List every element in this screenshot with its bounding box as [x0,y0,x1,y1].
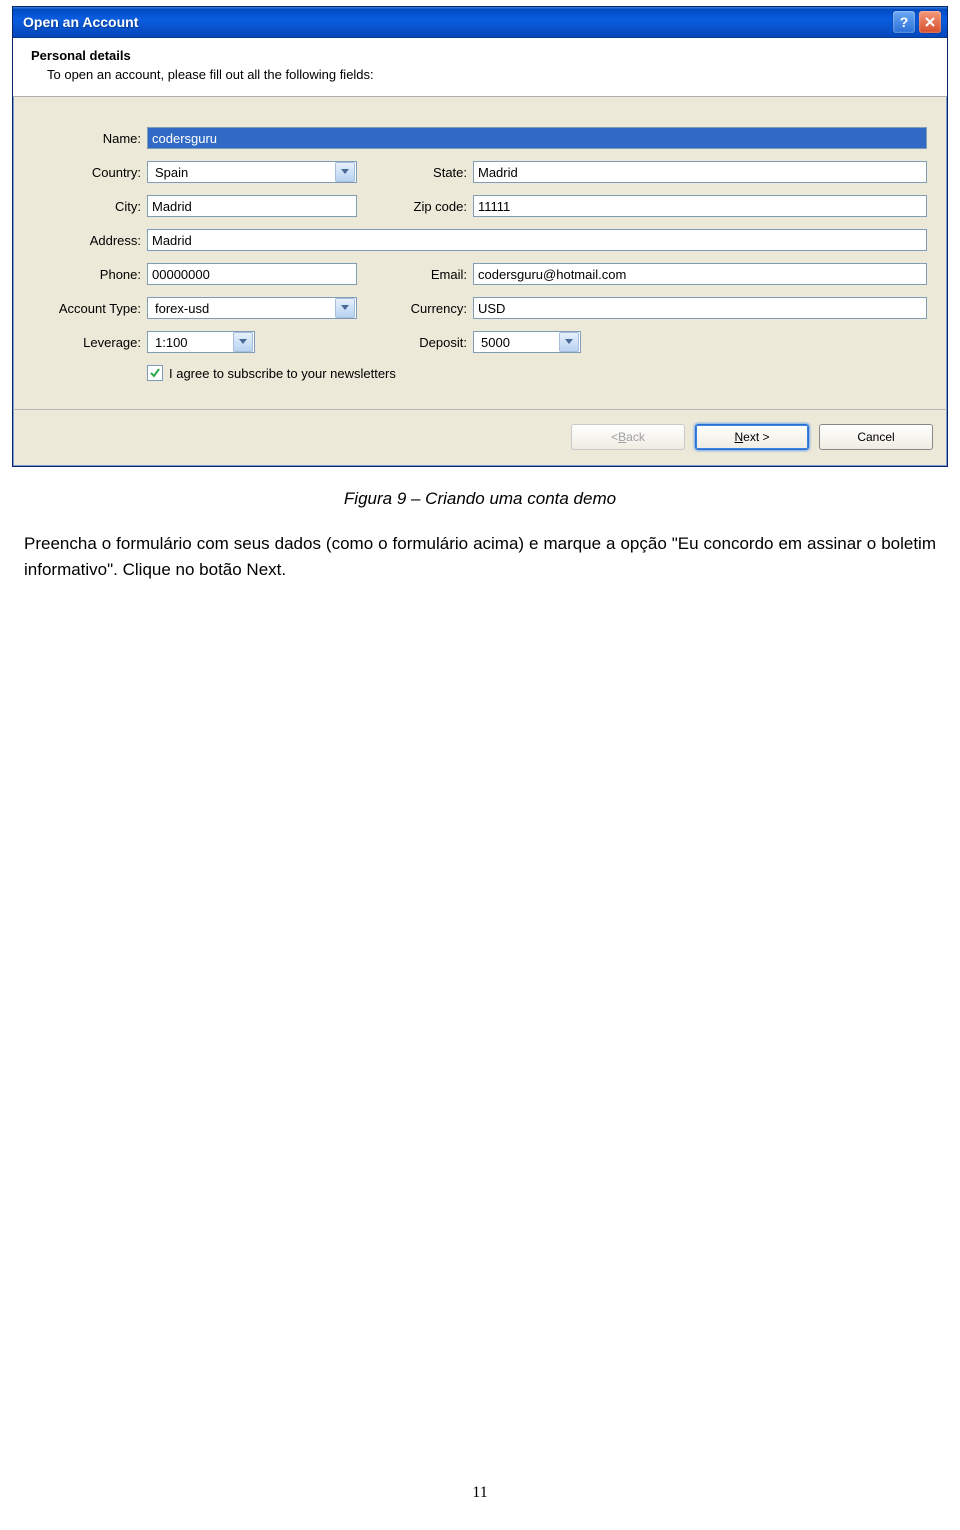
help-button[interactable]: ? [893,11,915,33]
country-select[interactable]: Spain [147,161,357,183]
phone-label: Phone: [33,267,147,282]
help-icon: ? [900,14,909,30]
header-panel: Personal details To open an account, ple… [13,38,947,97]
newsletter-label: I agree to subscribe to your newsletters [169,366,396,381]
back-button: < Back [571,424,685,450]
email-label: Email: [385,267,473,282]
currency-label: Currency: [385,301,473,316]
chevron-down-icon [233,332,253,352]
cancel-button[interactable]: Cancel [819,424,933,450]
close-button[interactable] [919,11,941,33]
body-paragraph: Preencha o formulário com seus dados (co… [24,531,936,584]
newsletter-checkbox[interactable] [147,365,163,381]
account-type-select[interactable]: forex-usd [147,297,357,319]
chevron-down-icon [335,162,355,182]
dialog-footer: < Back Next > Cancel [13,409,947,466]
section-title: Personal details [31,48,929,63]
close-icon [925,14,935,30]
state-input[interactable] [473,161,927,183]
window-title: Open an Account [23,14,893,30]
zip-input[interactable] [473,195,927,217]
state-label: State: [385,165,473,180]
city-input[interactable] [147,195,357,217]
address-input[interactable] [147,229,927,251]
phone-input[interactable] [147,263,357,285]
section-subtitle: To open an account, please fill out all … [47,67,929,82]
country-label: Country: [33,165,147,180]
figure-caption: Figura 9 – Criando uma conta demo [0,489,960,509]
address-label: Address: [33,233,147,248]
leverage-select[interactable]: 1:100 [147,331,255,353]
page-number: 11 [0,1484,960,1502]
leverage-value: 1:100 [152,335,188,350]
deposit-label: Deposit: [385,335,473,350]
account-type-value: forex-usd [152,301,209,316]
form-area: Name: Country: Spain State: City: Zip co… [13,97,947,409]
account-type-label: Account Type: [33,301,147,316]
email-input[interactable] [473,263,927,285]
titlebar[interactable]: Open an Account ? [13,7,947,38]
check-icon [149,367,161,379]
country-value: Spain [152,165,188,180]
next-button[interactable]: Next > [695,424,809,450]
city-label: City: [33,199,147,214]
name-input[interactable] [147,127,927,149]
currency-input[interactable] [473,297,927,319]
deposit-select[interactable]: 5000 [473,331,581,353]
dialog-window: Open an Account ? Personal details To op… [12,6,948,467]
chevron-down-icon [335,298,355,318]
chevron-down-icon [559,332,579,352]
deposit-value: 5000 [478,335,510,350]
name-label: Name: [33,131,147,146]
zip-label: Zip code: [385,199,473,214]
leverage-label: Leverage: [33,335,147,350]
